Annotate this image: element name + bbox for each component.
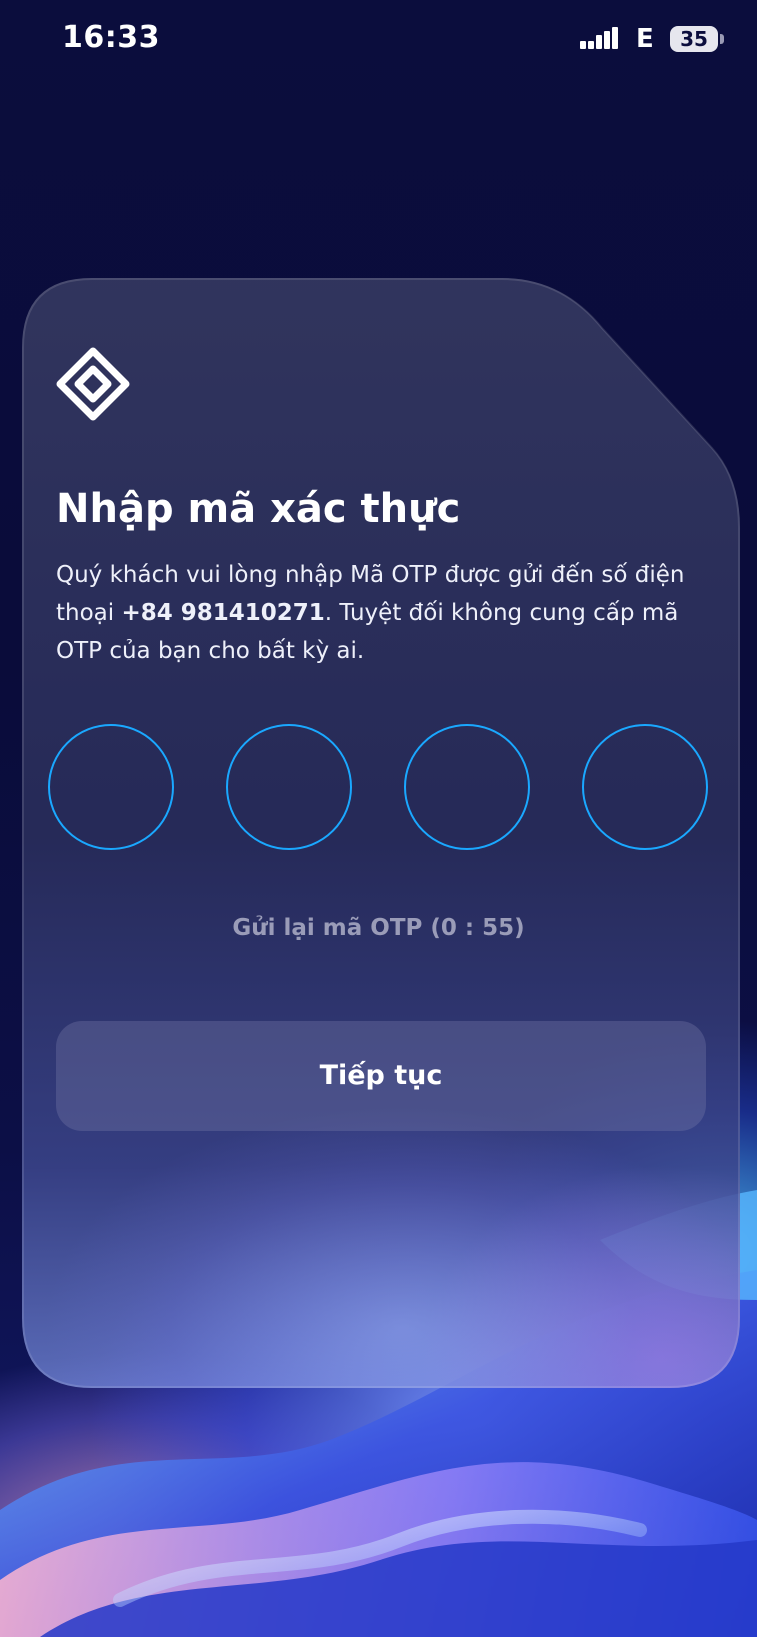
phone-number: +84 981410271 (121, 600, 325, 626)
continue-button[interactable]: Tiếp tục (56, 1021, 706, 1131)
battery-nub (720, 34, 724, 44)
otp-digit-1[interactable] (48, 724, 174, 850)
status-time: 16:33 (62, 20, 160, 55)
otp-digit-2[interactable] (226, 724, 352, 850)
page-title: Nhập mã xác thực (56, 486, 461, 532)
battery-icon: 35 (670, 26, 718, 52)
otp-digit-4[interactable] (582, 724, 708, 850)
otp-digit-3[interactable] (404, 724, 530, 850)
resend-otp-link[interactable]: Gửi lại mã OTP (0 : 55) (0, 915, 757, 941)
status-bar: 16:33 E 35 (0, 0, 757, 80)
otp-description: Quý khách vui lòng nhập Mã OTP được gửi … (56, 556, 716, 670)
network-type: E (636, 24, 654, 54)
diamond-logo-icon (56, 347, 130, 421)
signal-bars-icon (580, 27, 618, 49)
otp-input-group (48, 724, 714, 854)
